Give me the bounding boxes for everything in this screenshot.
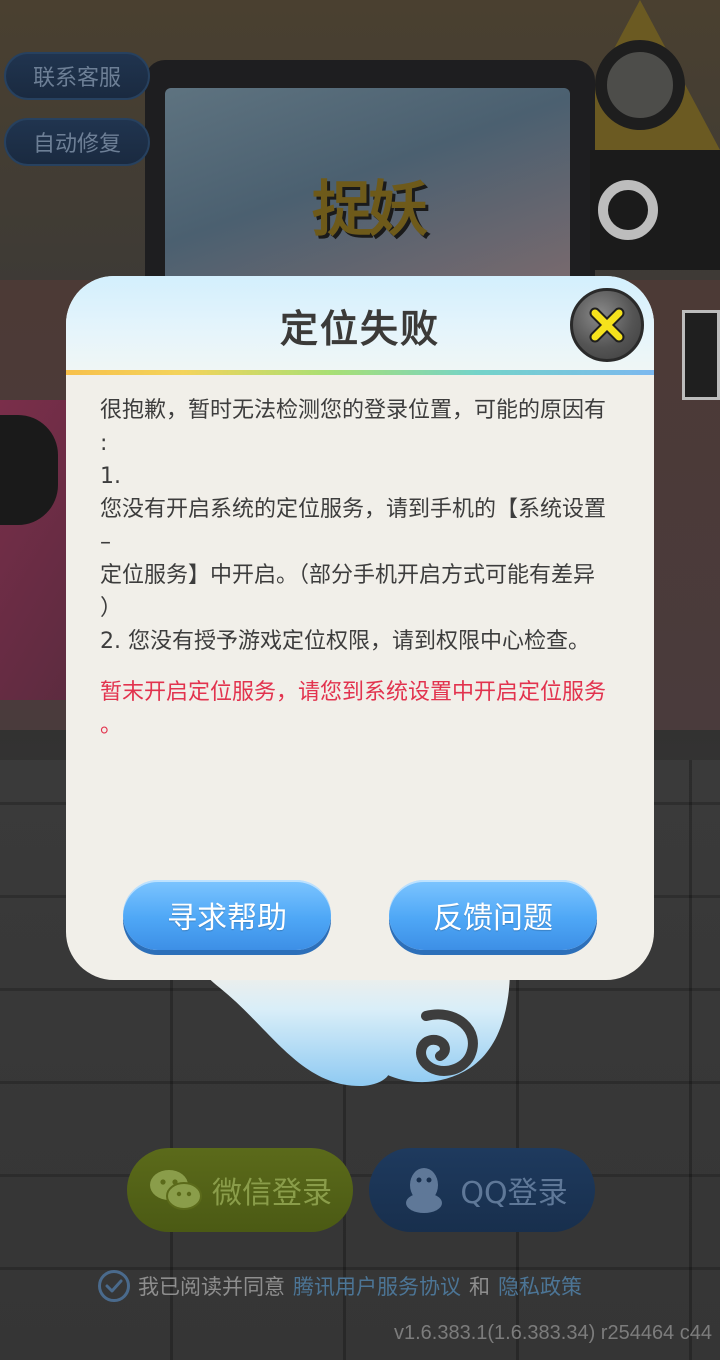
dialog-tail <box>200 968 510 1086</box>
agreement-prefix: 我已阅读并同意 <box>138 1275 285 1299</box>
wechat-icon <box>148 1167 204 1213</box>
background-eye-icon <box>595 40 685 130</box>
dialog-message-line: 您没有开启系统的定位服务，请到手机的【系统设置 <box>100 497 607 522</box>
qq-login-label: QQ登录 <box>460 1176 568 1211</box>
wechat-login-button[interactable]: 微信登录 <box>127 1148 353 1232</box>
user-agreement-link[interactable]: 腾讯用户服务协议 <box>293 1271 461 1301</box>
contact-service-button[interactable]: 联系客服 <box>4 52 150 100</box>
auto-repair-button[interactable]: 自动修复 <box>4 118 150 166</box>
location-failed-dialog: 定位失败 很抱歉，暂时无法检测您的登录位置，可能的原因有 : 1. 您没有开启系… <box>66 276 654 980</box>
dialog-message-line: ） <box>100 596 123 621</box>
background-ring-sign <box>598 180 658 240</box>
dialog-close-button[interactable] <box>570 288 644 362</box>
close-icon <box>589 307 625 343</box>
dialog-header-divider <box>66 370 654 375</box>
feedback-button[interactable]: 反馈问题 <box>389 880 597 950</box>
dialog-warning-line: 。 <box>100 713 123 738</box>
dialog-message-line: 定位服务】中开启。（部分手机开启方式可能有差异 <box>100 563 596 588</box>
privacy-policy-link[interactable]: 隐私政策 <box>498 1271 582 1301</box>
qq-login-button[interactable]: QQ登录 <box>369 1148 595 1232</box>
dialog-title: 定位失败 <box>279 307 440 351</box>
dialog-warning-line: 暂末开启定位服务，请您到系统设置中开启定位服务 <box>100 680 607 705</box>
dialog-message-line: 很抱歉，暂时无法检测您的登录位置，可能的原因有 <box>100 398 607 423</box>
wechat-login-label: 微信登录 <box>212 1176 332 1211</box>
qq-penguin-icon <box>396 1167 452 1213</box>
agreement-row: 我已阅读并同意 腾讯用户服务协议 和 隐私政策 <box>98 1268 582 1304</box>
version-label: v1.6.383.1(1.6.383.34) r254464 c44 <box>393 1322 712 1344</box>
game-logo: 捉妖 <box>312 175 428 245</box>
dialog-warning-message: 暂末开启定位服务，请您到系统设置中开启定位服务 。 <box>100 676 628 742</box>
agreement-and: 和 <box>469 1275 490 1299</box>
agreement-checkbox[interactable] <box>98 1270 130 1302</box>
background-creature <box>0 415 58 525</box>
background-right-sign <box>682 310 720 400</box>
checkmark-icon <box>105 1279 123 1293</box>
dialog-message-line: 1. <box>100 464 121 489</box>
dialog-message-line: : <box>100 431 108 456</box>
seek-help-button[interactable]: 寻求帮助 <box>123 880 331 950</box>
dialog-message-line: 2. 您没有授予游戏定位权限，请到权限中心检查。 <box>100 629 590 654</box>
dialog-message: 很抱歉，暂时无法检测您的登录位置，可能的原因有 : 1. 您没有开启系统的定位服… <box>100 394 628 658</box>
dialog-message-line: – <box>100 530 111 555</box>
